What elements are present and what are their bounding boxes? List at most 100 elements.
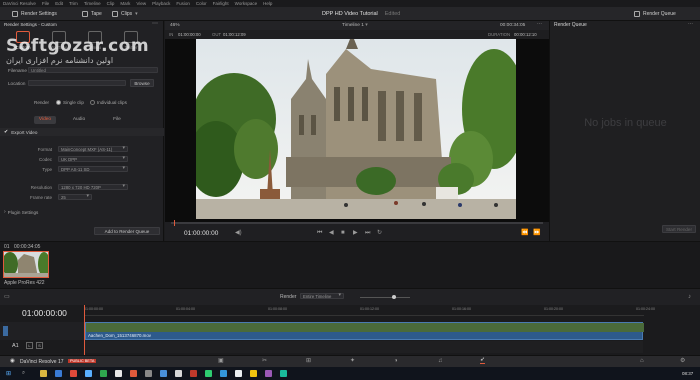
resolution-label: Resolution [30, 185, 52, 190]
taskbar-app-icon[interactable] [160, 370, 167, 377]
zoom-slider[interactable] [360, 297, 410, 298]
scrub-bar[interactable] [171, 222, 543, 224]
menu-item[interactable]: Fusion [176, 1, 190, 6]
taskbar-app-icon[interactable] [100, 370, 107, 377]
loop-icon[interactable]: ↻ [377, 230, 382, 236]
tape-button[interactable]: Tape [82, 10, 102, 18]
clip-thumbnail[interactable] [3, 251, 49, 278]
app-name: DaVinci Resolve 17 [20, 359, 64, 365]
timeline-select[interactable]: Timeline 1 ▾ [342, 23, 368, 28]
prev-edit-icon[interactable]: ⏪ [521, 230, 528, 236]
menu-item[interactable]: Clip [107, 1, 115, 6]
location-field[interactable] [28, 80, 126, 86]
render-settings-button[interactable]: Render Settings [12, 10, 57, 18]
viewer[interactable] [165, 39, 549, 222]
speaker-icon[interactable]: ◀) [235, 230, 242, 236]
timeline-timecode: 01:00:00:00 [22, 308, 67, 318]
track-lock-icon[interactable]: L [26, 342, 33, 349]
filename-field[interactable]: Untitled [28, 67, 158, 73]
menu-item[interactable]: Timeline [84, 1, 101, 6]
timeline-view-icon[interactable]: ▭ [4, 294, 10, 300]
taskbar-app-icon[interactable] [55, 370, 62, 377]
start-render-button[interactable]: Start Render [662, 225, 696, 233]
settings-icon[interactable]: ⚙ [680, 358, 685, 364]
step-back-icon[interactable]: ◀ [329, 230, 334, 236]
taskbar-app-icon[interactable] [220, 370, 227, 377]
menu-item[interactable]: DaVinci Resolve [3, 1, 36, 6]
scrub-playhead[interactable] [174, 220, 175, 226]
individual-clips-label: Individual clips [97, 100, 127, 105]
tab-file[interactable]: File [106, 116, 128, 124]
menu-item[interactable]: Color [196, 1, 207, 6]
fusion-page-icon[interactable]: ✦ [350, 358, 355, 364]
video-clip[interactable]: Aachen_Dom_1513746870.mov [85, 322, 644, 340]
radio-selected-icon [56, 100, 61, 105]
fairlight-page-icon[interactable]: ♫ [438, 358, 443, 364]
taskbar-app-icon[interactable] [280, 370, 287, 377]
resolution-select[interactable]: 1280 x 720 HD 720P [58, 184, 128, 190]
single-clip-radio[interactable]: Single clip [56, 100, 84, 105]
type-select[interactable]: DPP AS-11 SD [58, 166, 128, 172]
taskbar-app-icon[interactable] [145, 370, 152, 377]
audio-track-lane[interactable] [85, 341, 643, 353]
taskbar-app-icon[interactable] [115, 370, 122, 377]
jump-start-icon[interactable]: ⏮ [317, 230, 322, 236]
timeline-ruler[interactable]: 01:00:00:00 01:00:04:00 01:00:08:00 01:00:1… [84, 305, 655, 316]
track-solo-icon[interactable]: S [36, 342, 43, 349]
plugin-settings-toggle[interactable]: › Plugin Settings [4, 209, 38, 215]
menu-item[interactable]: Trim [69, 1, 78, 6]
render-queue-button[interactable]: Render Queue [634, 10, 676, 18]
zoom-slider-handle[interactable] [392, 295, 396, 299]
next-edit-icon[interactable]: ⏩ [533, 230, 540, 236]
taskbar-app-icon[interactable] [85, 370, 92, 377]
windows-start-icon[interactable]: ⊞ [6, 370, 11, 377]
home-icon[interactable]: ⌂ [640, 358, 644, 364]
stop-icon[interactable]: ■ [341, 230, 345, 236]
audio-meter-icon[interactable]: ♪ [688, 294, 691, 300]
menu-item[interactable]: File [42, 1, 49, 6]
viewer-options-icon[interactable]: ⋯ [537, 22, 542, 27]
codec-select[interactable]: UK DPP [58, 156, 128, 162]
tab-audio[interactable]: Audio [68, 116, 90, 124]
clips-button[interactable]: Clips ▾ [112, 10, 138, 18]
menu-item[interactable]: Edit [55, 1, 63, 6]
menu-item[interactable]: Playback [152, 1, 170, 6]
timeline-playhead[interactable] [84, 305, 85, 355]
menu-item[interactable]: Fairlight [213, 1, 229, 6]
tab-video[interactable]: Video [34, 116, 56, 124]
taskbar-app-icon[interactable] [40, 370, 47, 377]
menu-item[interactable]: View [136, 1, 146, 6]
cut-page-icon[interactable]: ✂ [262, 358, 267, 364]
in-value: 01:00:00:00 [178, 32, 201, 37]
taskbar-app-icon[interactable] [265, 370, 272, 377]
taskbar-app-icon[interactable] [235, 370, 242, 377]
media-page-icon[interactable]: ▣ [218, 358, 224, 364]
play-icon[interactable]: ▶ [353, 230, 358, 236]
render-range-select[interactable]: Entire Timeline [300, 293, 344, 299]
frame-rate-select[interactable]: 25 [58, 194, 92, 200]
edit-page-icon[interactable]: ⊞ [306, 358, 311, 364]
taskbar-app-icon[interactable] [175, 370, 182, 377]
taskbar-app-icon[interactable] [190, 370, 197, 377]
taskbar-app-icon[interactable] [205, 370, 212, 377]
color-page-icon[interactable]: ◑ [394, 358, 398, 364]
export-video-checkbox[interactable]: ✔ Export Video [4, 129, 37, 135]
deliver-page-icon[interactable]: ➶ [480, 357, 486, 364]
browse-button[interactable]: Browse [130, 79, 154, 87]
individual-clips-radio[interactable]: Individual clips [90, 100, 127, 105]
menu-item[interactable]: Help [263, 1, 272, 6]
menu-item[interactable]: Mark [120, 1, 130, 6]
clips-label: Clips [121, 11, 133, 17]
taskbar-app-icon[interactable] [250, 370, 257, 377]
queue-options-icon[interactable]: ⋯ [688, 21, 693, 27]
add-to-render-queue-button[interactable]: Add to Render Queue [94, 227, 160, 235]
menu-item[interactable]: Workspace [235, 1, 257, 6]
jump-end-icon[interactable]: ⏭ [365, 230, 370, 236]
taskbar-app-icon[interactable] [70, 370, 77, 377]
zoom-level[interactable]: 46% [170, 23, 180, 28]
format-select[interactable]: MainConcept MXF (AS-11) [58, 146, 128, 152]
track-header [0, 322, 84, 340]
search-icon[interactable]: ⌕ [22, 370, 25, 377]
more-options-icon[interactable]: ⋯ [152, 21, 158, 27]
taskbar-app-icon[interactable] [130, 370, 137, 377]
